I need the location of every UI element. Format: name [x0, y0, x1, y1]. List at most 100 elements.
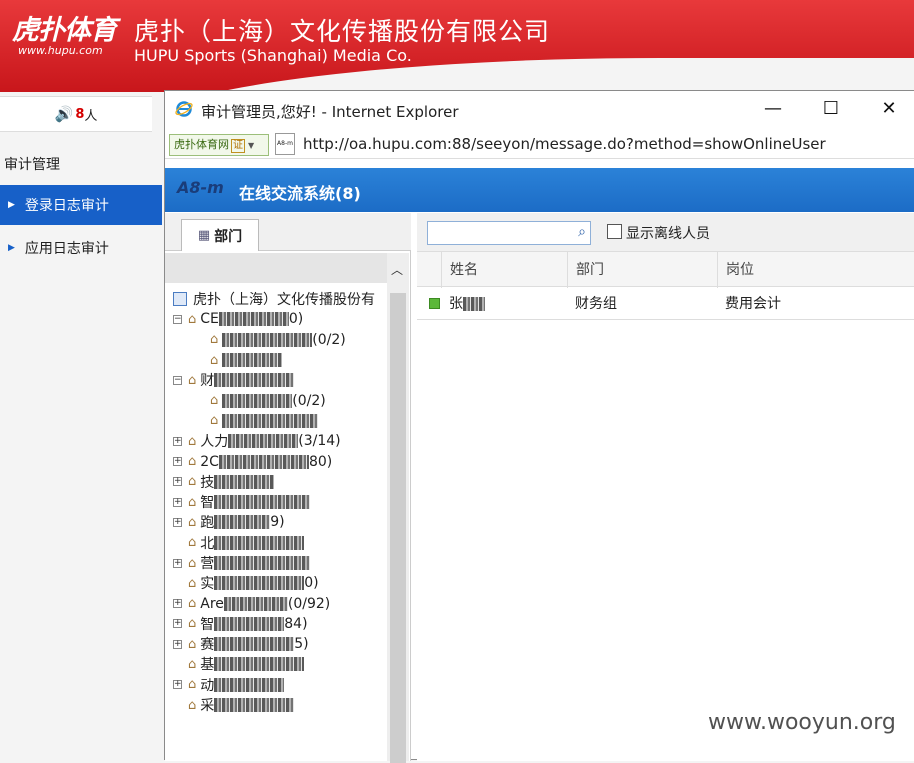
- expand-icon[interactable]: +: [173, 477, 182, 487]
- tree-node[interactable]: + ⌂ 人力 (3/14): [173, 431, 387, 451]
- department-house-icon: ⌂: [188, 656, 197, 672]
- department-house-icon: ⌂: [188, 596, 197, 612]
- expand-icon[interactable]: +: [173, 619, 182, 629]
- tab-label: 部门: [214, 228, 243, 245]
- department-house-icon: ⌂: [188, 616, 197, 632]
- scroll-up-icon[interactable]: ︿: [391, 261, 403, 278]
- tree-node[interactable]: ⌂ 北: [173, 533, 387, 553]
- close-button[interactable]: ✕: [875, 97, 903, 121]
- tree-node[interactable]: ⌂ 基: [173, 654, 387, 674]
- tree-node-count: (0/2): [312, 331, 346, 348]
- building-icon: ▦: [197, 228, 211, 243]
- url-field[interactable]: http://oa.hupu.com:88/seeyon/message.do?…: [303, 135, 826, 153]
- tree-node-label: 跑: [200, 515, 215, 532]
- tree-node[interactable]: + ⌂ 2C 80): [173, 451, 387, 471]
- scrollbar-thumb[interactable]: [390, 293, 406, 763]
- department-tree: 虎扑（上海）文化传播股份有 − ⌂ CE 0) ⌂ (0/2) ⌂ − ⌂ 财 ⌂ (0/2) ⌂ + ⌂ 人…: [173, 289, 387, 759]
- triangle-right-icon: ▶: [8, 243, 15, 253]
- company-name-cn: 虎扑（上海）文化传播股份有限公司: [134, 17, 551, 46]
- redacted-text: [228, 434, 299, 449]
- tree-node[interactable]: + ⌂ Are (0/92): [173, 593, 387, 613]
- column-header-dept[interactable]: 部门: [567, 252, 717, 288]
- department-house-icon: ⌂: [210, 393, 219, 409]
- chevron-down-icon[interactable]: ▼: [248, 141, 254, 150]
- search-icon[interactable]: ⌕: [578, 224, 586, 240]
- tree-node[interactable]: + ⌂ 营: [173, 553, 387, 573]
- tree-node[interactable]: − ⌂ 财: [173, 370, 387, 390]
- online-unit: 人: [84, 108, 98, 124]
- expand-icon[interactable]: +: [173, 639, 182, 649]
- app-title: 在线交流系统(8): [239, 184, 361, 203]
- expand-icon[interactable]: +: [173, 517, 182, 527]
- sidebar-item-app-log[interactable]: ▶ 应用日志审计: [0, 228, 162, 268]
- department-panel: ▦ 部门 ︿ 虎扑（上海）文化传播股份有 − ⌂ CE 0) ⌂ (0/2) ⌂ − ⌂ 财 ⌂ (0…: [165, 213, 411, 763]
- tree-node[interactable]: + ⌂ 赛 5): [173, 634, 387, 654]
- organization-icon: [173, 292, 187, 307]
- logo-text: 虎扑体育: [12, 15, 117, 46]
- department-house-icon: ⌂: [188, 697, 197, 713]
- window-title: 审计管理员,您好! - Internet Explorer: [201, 103, 459, 121]
- hupu-logo[interactable]: 虎扑体育 www.hupu.com: [10, 6, 130, 66]
- tree-node[interactable]: + ⌂ 智 84): [173, 614, 387, 634]
- online-users-indicator[interactable]: 🔊 8 人: [0, 96, 152, 132]
- tree-node[interactable]: ⌂: [173, 350, 387, 370]
- tab-strip: ▦ 部门: [165, 213, 411, 251]
- collapse-icon[interactable]: −: [173, 375, 182, 385]
- redacted-text: [214, 535, 305, 550]
- sidebar-item-label: 登录日志审计: [24, 198, 109, 214]
- tree-node-count: 0): [288, 311, 304, 328]
- favorite-site-chip[interactable]: 虎扑体育网证 ▼: [169, 134, 269, 156]
- column-header-name[interactable]: 姓名: [441, 252, 567, 288]
- window-titlebar[interactable]: 审计管理员,您好! - Internet Explorer — ☐ ✕: [165, 91, 914, 127]
- tree-node[interactable]: − ⌂ CE 0): [173, 309, 387, 329]
- maximize-button[interactable]: ☐: [817, 97, 845, 121]
- tree-root[interactable]: 虎扑（上海）文化传播股份有: [173, 289, 387, 309]
- collapse-icon[interactable]: −: [173, 314, 182, 324]
- expand-icon[interactable]: +: [173, 558, 182, 568]
- department-house-icon: ⌂: [188, 433, 197, 449]
- tree-node-count: 0): [304, 575, 319, 592]
- watermark: www.wooyun.org: [708, 710, 896, 735]
- redacted-text: [223, 596, 288, 611]
- online-users-panel: ⌕ 显示离线人员 姓名 部门 岗位 张 财务组 费用会计: [417, 213, 914, 761]
- redacted-text: [218, 454, 309, 469]
- column-header-post[interactable]: 岗位: [717, 252, 914, 288]
- show-offline-checkbox[interactable]: [607, 224, 622, 239]
- department-house-icon: ⌂: [188, 555, 197, 571]
- cell-name: 张: [441, 288, 485, 320]
- table-row[interactable]: 张 财务组 费用会计: [417, 288, 914, 320]
- redacted-text: [463, 297, 485, 311]
- redacted-text: [214, 373, 295, 388]
- tree-node-count: (0/92): [287, 595, 331, 612]
- logo-url: www.hupu.com: [18, 44, 103, 57]
- minimize-button[interactable]: —: [759, 97, 787, 121]
- expand-icon[interactable]: +: [173, 457, 182, 467]
- tree-node-label: 智: [200, 495, 215, 512]
- tree-node-label: Are: [200, 595, 224, 612]
- sidebar-item-login-log[interactable]: ▶ 登录日志审计: [0, 185, 162, 225]
- tab-department[interactable]: ▦ 部门: [181, 219, 259, 251]
- expand-icon[interactable]: +: [173, 599, 182, 609]
- tree-node-label: 赛: [200, 637, 215, 654]
- tree-node[interactable]: ⌂ (0/2): [173, 330, 387, 350]
- redacted-text: [214, 616, 285, 631]
- expand-icon[interactable]: +: [173, 436, 182, 446]
- redacted-text: [214, 576, 305, 591]
- tree-node[interactable]: ⌂ 采: [173, 695, 387, 715]
- sidebar-section-title: 审计管理: [4, 157, 60, 173]
- search-input[interactable]: [428, 222, 568, 244]
- department-house-icon: ⌂: [188, 494, 197, 510]
- tree-node[interactable]: + ⌂ 跑 9): [173, 512, 387, 532]
- tree-node[interactable]: + ⌂ 动: [173, 675, 387, 695]
- redacted-text: [214, 677, 285, 692]
- tree-node[interactable]: + ⌂ 技: [173, 472, 387, 492]
- tree-node[interactable]: + ⌂ 智: [173, 492, 387, 512]
- tree-node[interactable]: ⌂ 实 0): [173, 573, 387, 593]
- company-name-en: HUPU Sports (Shanghai) Media Co.: [134, 46, 412, 65]
- vertical-scrollbar[interactable]: ︿: [387, 253, 409, 763]
- expand-icon[interactable]: +: [173, 497, 182, 507]
- search-box[interactable]: ⌕: [427, 221, 591, 245]
- tree-node[interactable]: ⌂ (0/2): [173, 390, 387, 410]
- expand-icon[interactable]: +: [173, 680, 182, 690]
- tree-node[interactable]: ⌂: [173, 411, 387, 431]
